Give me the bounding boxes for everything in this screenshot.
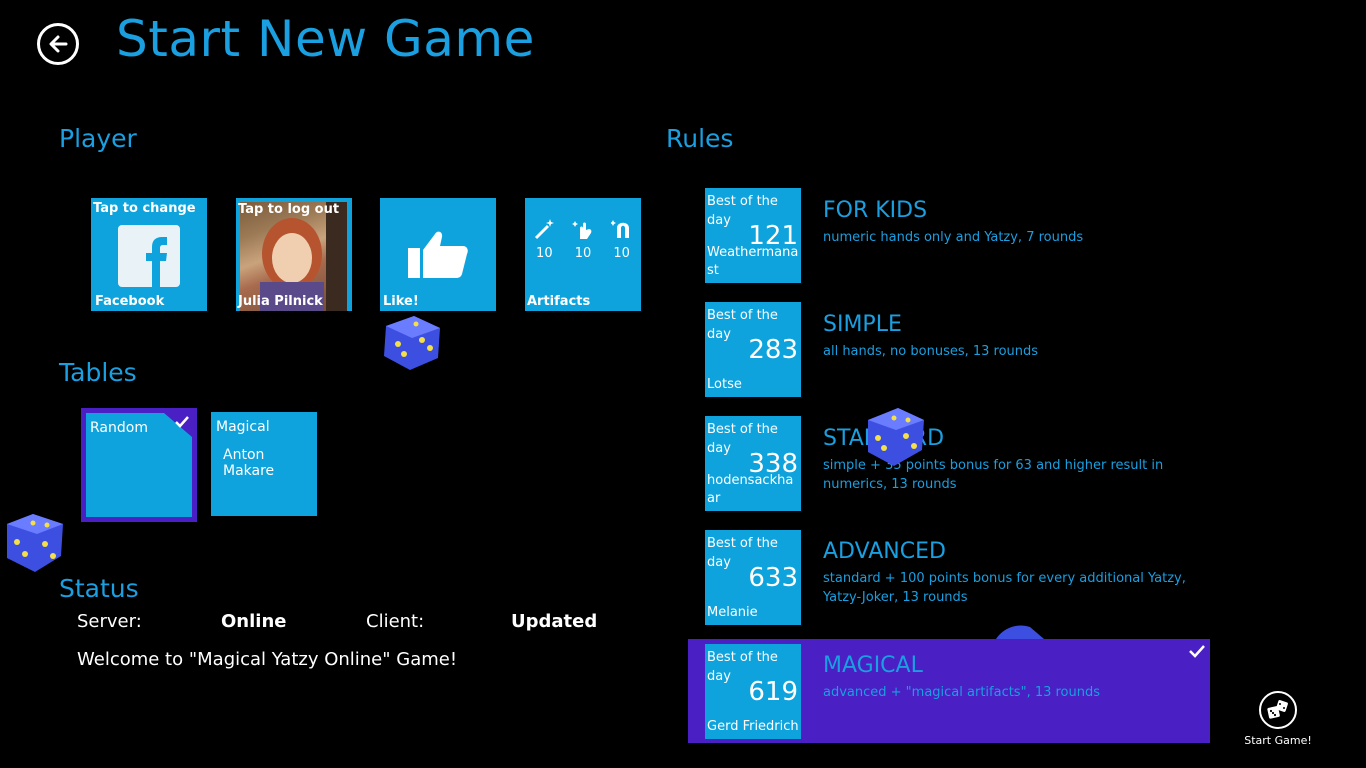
magic-wand-icon <box>535 219 555 240</box>
tables-section-title: Tables <box>59 358 137 387</box>
checkmark-icon <box>164 413 192 437</box>
start-game-button[interactable] <box>1259 691 1297 729</box>
artifact-count-hand: 10 <box>574 246 592 261</box>
rule-name: FOR KIDS <box>823 198 928 223</box>
artifacts-tile[interactable]: 10 10 10 Artifacts <box>525 198 641 311</box>
rule-description: standard + 100 points bonus for every ad… <box>823 571 1186 605</box>
artifact-count-wand: 10 <box>536 246 553 261</box>
client-status: Updated <box>511 611 598 632</box>
server-label: Server: <box>77 611 142 632</box>
best-player: Melanie <box>707 605 758 620</box>
magnet-icon <box>610 220 629 238</box>
best-player: Lotse <box>707 377 742 392</box>
facebook-icon <box>118 225 180 287</box>
facebook-tile[interactable]: Tap to change Facebook <box>91 198 207 311</box>
player-section-title: Player <box>59 124 137 153</box>
rule-description: advanced + "magical artifacts", 13 round… <box>823 685 1101 700</box>
page-title: Start New Game <box>116 10 535 68</box>
start-game-label: Start Game! <box>1244 734 1312 747</box>
checkmark-icon <box>1189 645 1205 658</box>
dice-pair-icon <box>1267 700 1288 719</box>
like-tile[interactable]: Like! <box>380 198 496 311</box>
best-of-day-tile: Best of the day 121 Weathermanast <box>705 188 801 283</box>
best-of-day-tile: Best of the day 283 Lotse <box>705 302 801 397</box>
client-label: Client: <box>366 611 425 632</box>
rules-section-title: Rules <box>666 124 734 153</box>
table-tile-random[interactable]: Random <box>81 408 197 522</box>
best-player: Weathermanast <box>707 245 799 278</box>
best-score: 633 <box>748 563 798 593</box>
back-arrow-icon <box>49 35 68 53</box>
rule-name: MAGICAL <box>823 653 923 678</box>
rule-name: ADVANCED <box>823 539 946 564</box>
rule-description: all hands, no bonuses, 13 rounds <box>823 344 1039 359</box>
dice-icon <box>996 625 1044 639</box>
dice-icon <box>7 514 63 572</box>
table-tile-magical[interactable]: Magical Anton Makare <box>211 412 317 516</box>
server-status: Online <box>221 611 287 632</box>
dice-icon <box>384 316 440 370</box>
profile-tile-top-label: Tap to log out <box>238 202 340 217</box>
back-button[interactable] <box>37 23 79 65</box>
best-of-day-tile: Best of the day 619 Gerd Friedrich <box>705 644 801 739</box>
welcome-message: Welcome to "Magical Yatzy Online" Game! <box>77 649 458 670</box>
table-name-random: Random <box>90 420 148 436</box>
best-of-day-tile: Best of the day 633 Melanie <box>705 530 801 625</box>
artifacts-tile-bottom-label: Artifacts <box>527 294 591 309</box>
best-score: 283 <box>748 335 798 365</box>
magic-hand-icon <box>571 221 592 239</box>
facebook-tile-top-label: Tap to change <box>93 201 196 216</box>
thumbs-up-icon <box>408 231 468 278</box>
profile-tile-bottom-label: Julia Pilnick <box>238 294 323 309</box>
profile-tile[interactable]: Tap to log out Julia Pilnick <box>236 198 352 311</box>
artifact-count-magnet: 10 <box>613 246 630 261</box>
best-player: hodensackhaar <box>707 473 794 506</box>
dice-icon <box>868 408 924 466</box>
like-tile-bottom-label: Like! <box>383 294 419 309</box>
facebook-tile-bottom-label: Facebook <box>95 294 165 309</box>
best-score: 619 <box>748 677 798 707</box>
table-name-magical: Magical <box>216 419 270 435</box>
table-player-magical: Anton Makare <box>223 447 275 479</box>
best-of-day-tile: Best of the day 338 hodensackhaar <box>705 416 801 511</box>
rule-name: SIMPLE <box>823 312 902 337</box>
rule-description: numeric hands only and Yatzy, 7 rounds <box>823 230 1084 245</box>
status-section-title: Status <box>59 574 139 603</box>
best-player: Gerd Friedrich <box>707 719 799 734</box>
